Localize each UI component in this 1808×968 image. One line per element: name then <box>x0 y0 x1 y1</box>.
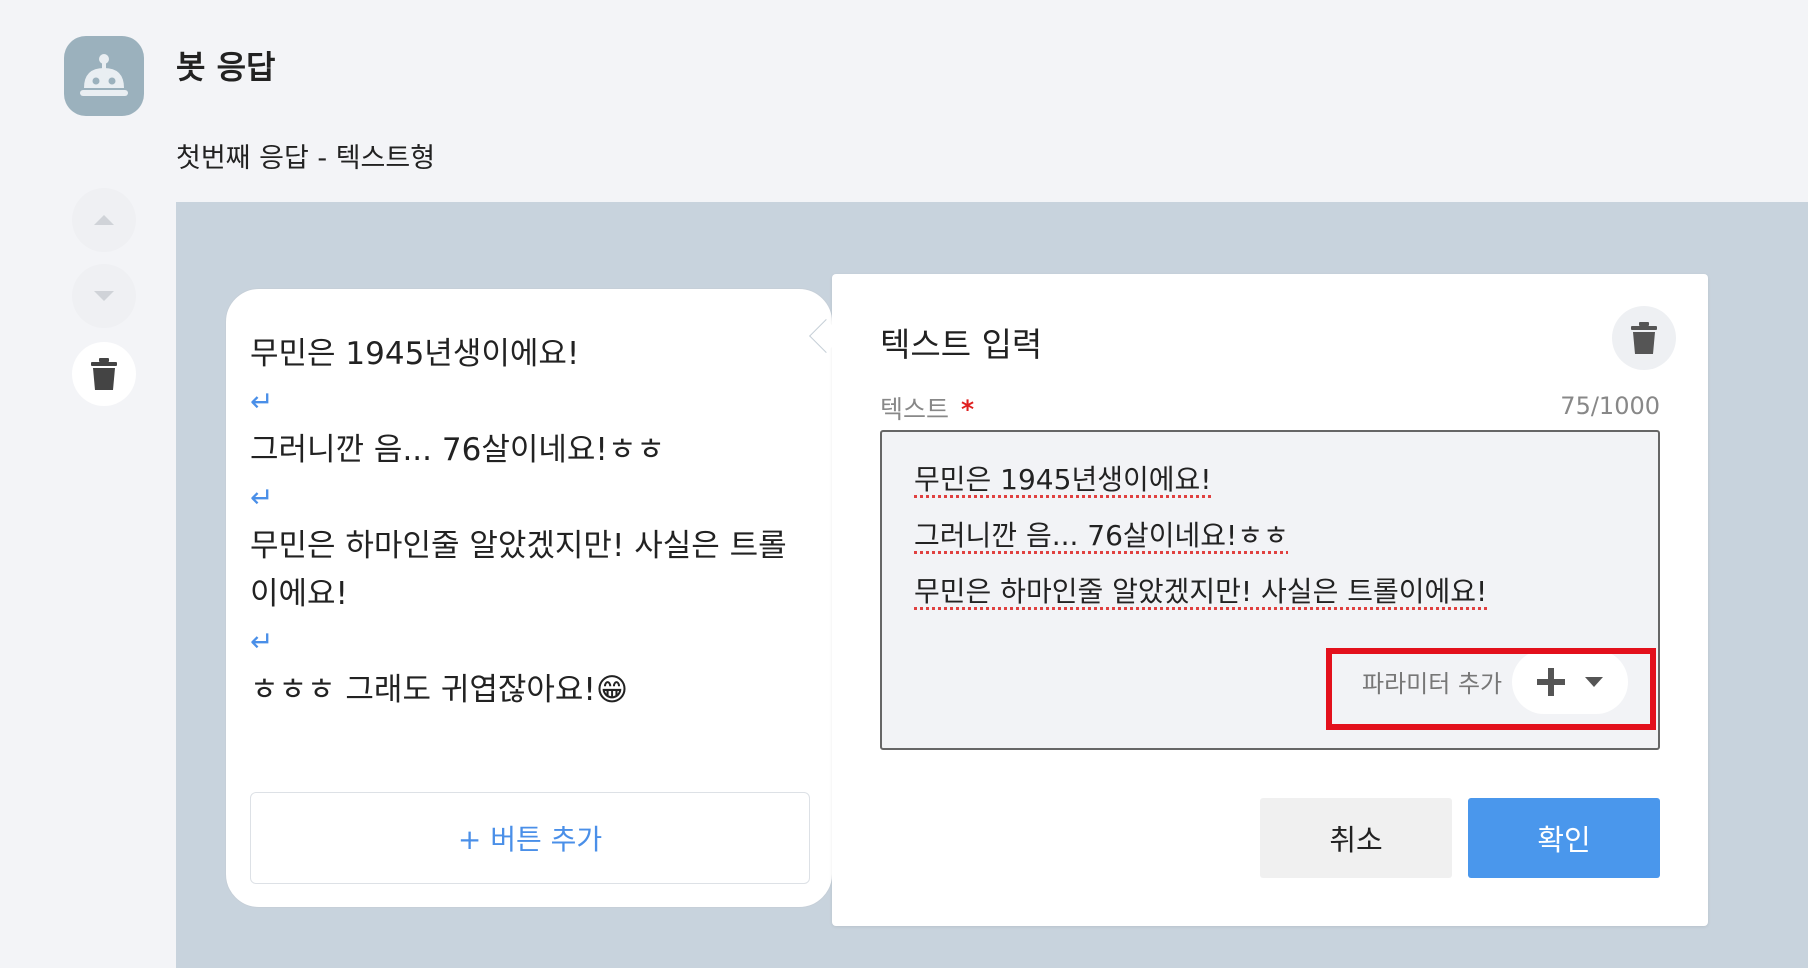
text-line: 그러니깐 음... 76살이네요!ㅎㅎ <box>914 519 1289 552</box>
return-icon: ↵ <box>250 385 274 418</box>
char-counter: 75/1000 <box>1560 392 1660 420</box>
bubble-line: 무민은 1945년생이에요! <box>250 336 580 372</box>
field-label-text: 텍스트 <box>880 395 950 424</box>
trash-icon <box>91 358 117 390</box>
return-icon: ↵ <box>250 625 274 658</box>
chevron-up-icon <box>94 215 114 225</box>
robot-icon <box>80 54 128 96</box>
text-field-label: 텍스트 * <box>880 390 974 426</box>
text-line: 무민은 1945년생이에요! <box>914 463 1212 496</box>
bubble-line: ㅎㅎㅎ 그래도 귀엽잖아요!😁 <box>250 672 629 708</box>
text-line: 무민은 하마인줄 알았겠지만! 사실은 트롤이에요! <box>914 575 1488 608</box>
bubble-text: 무민은 1945년생이에요! ↵ 그러니깐 음... 76살이네요!ㅎㅎ ↵ 무… <box>250 330 810 714</box>
bubble-line: 그러니깐 음... 76살이네요!ㅎㅎ <box>250 432 665 468</box>
highlight-box <box>1326 648 1656 730</box>
delete-text-button[interactable] <box>1612 306 1676 370</box>
return-icon: ↵ <box>250 481 274 514</box>
trash-icon <box>1631 322 1657 354</box>
response-label: 첫번째 응답 - 텍스트형 <box>176 143 436 174</box>
move-down-button[interactable] <box>72 264 136 328</box>
bot-avatar <box>64 36 144 116</box>
delete-response-button[interactable] <box>72 342 136 406</box>
panel-title: 텍스트 입력 <box>880 325 1043 364</box>
bubble-line: 무민은 하마인줄 알았겠지만! 사실은 트롤이에요! <box>250 528 787 612</box>
page-title: 봇 응답 <box>176 48 276 86</box>
required-mark: * <box>961 395 975 424</box>
text-input-content[interactable]: 무민은 1945년생이에요! 그러니깐 음... 76살이네요!ㅎㅎ 무민은 하… <box>914 452 1634 620</box>
confirm-button[interactable]: 확인 <box>1468 798 1660 878</box>
chevron-down-icon <box>94 291 114 301</box>
move-up-button[interactable] <box>72 188 136 252</box>
add-button-button[interactable]: + 버튼 추가 <box>250 792 810 884</box>
cancel-button[interactable]: 취소 <box>1260 798 1452 878</box>
